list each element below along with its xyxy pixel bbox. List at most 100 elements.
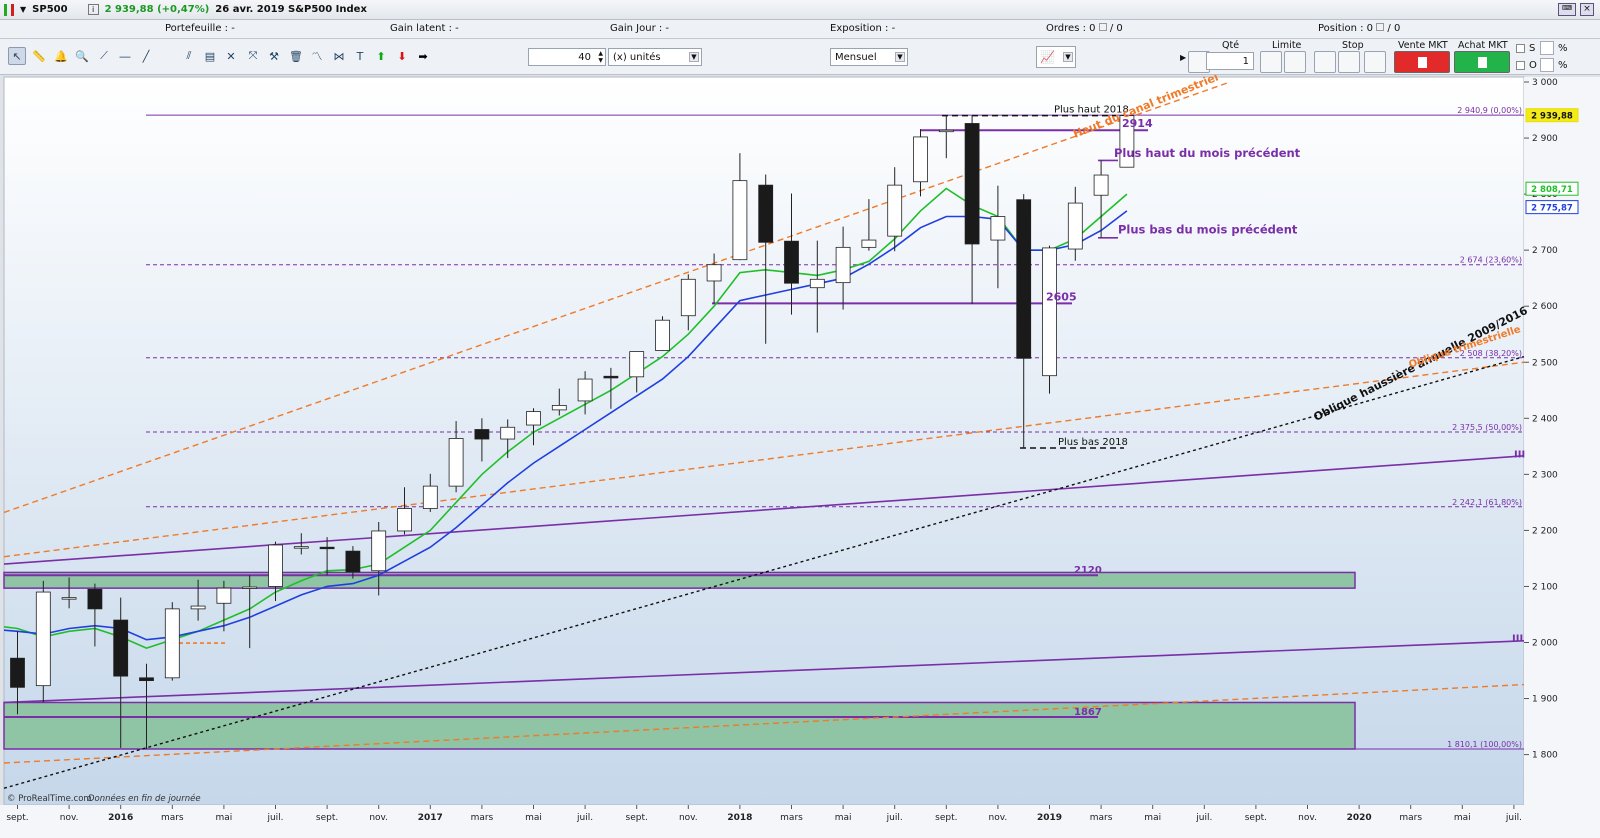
s-checkbox[interactable] — [1516, 44, 1525, 53]
o-checkbox[interactable] — [1516, 61, 1525, 70]
candle-body[interactable] — [474, 429, 490, 440]
alert-bell-icon[interactable]: 🔔 — [52, 47, 70, 65]
fibonacci-icon[interactable]: ▤ — [201, 47, 219, 65]
orders-count-b: / 0 — [1109, 23, 1123, 34]
candle-body[interactable] — [61, 597, 77, 600]
orders-label[interactable]: Ordres : 0 / 0 — [1046, 23, 1123, 34]
quantity-stepper[interactable]: 40 ▲ ▼ — [528, 48, 606, 66]
candle-body[interactable] — [10, 657, 25, 688]
buy-market-button[interactable] — [1454, 51, 1510, 73]
position-icon[interactable] — [1376, 23, 1385, 31]
channel-icon[interactable]: ⫽ — [180, 47, 198, 65]
candle-body[interactable] — [87, 588, 103, 610]
orders-icon[interactable] — [1098, 23, 1107, 31]
candle-body[interactable] — [887, 184, 903, 237]
candle-body[interactable] — [758, 184, 774, 243]
symbol-dropdown-icon[interactable]: ▼ — [20, 5, 26, 14]
pct-field-1[interactable] — [1540, 41, 1554, 55]
unit-select[interactable]: (x) unités ▼ — [608, 48, 702, 66]
candle-body[interactable] — [629, 351, 645, 378]
candle-body[interactable] — [990, 216, 1006, 241]
stop-alt-button[interactable] — [1364, 51, 1386, 73]
candle-body[interactable] — [1067, 202, 1083, 250]
horizontal-line-icon[interactable]: ― — [116, 47, 134, 65]
candle-body[interactable] — [268, 544, 283, 587]
stop-buy-button[interactable] — [1314, 51, 1336, 73]
text-tool-icon[interactable]: T — [351, 47, 369, 65]
stop-sell-button[interactable] — [1338, 51, 1360, 73]
keyboard-icon[interactable]: ⌨ — [1558, 3, 1576, 16]
candle-body[interactable] — [242, 586, 258, 589]
delete-lines-icon[interactable]: ⤧ — [244, 47, 262, 65]
candle-body[interactable] — [319, 546, 335, 550]
x-tick-label: juil. — [1505, 813, 1522, 823]
candle-body[interactable] — [655, 319, 670, 351]
candle-body[interactable] — [422, 485, 438, 509]
info-icon[interactable]: i — [87, 4, 99, 15]
limit-buy-button[interactable] — [1260, 51, 1282, 73]
candle-body[interactable] — [500, 426, 516, 440]
candle-body[interactable] — [861, 239, 877, 248]
candle-body[interactable] — [1093, 174, 1109, 196]
zigzag-icon[interactable]: 〽 — [308, 47, 326, 65]
candle-body[interactable] — [1042, 247, 1057, 377]
candle-body[interactable] — [809, 278, 825, 289]
candle-body[interactable] — [964, 123, 980, 245]
arrow-right-icon[interactable]: ➡ — [414, 47, 432, 65]
trend-line-icon[interactable]: ⟋ — [95, 47, 113, 65]
order-qty-input[interactable]: 1 — [1206, 52, 1254, 70]
zone-1867[interactable] — [3, 701, 1356, 750]
chevron-down-icon[interactable]: ▼ — [895, 52, 905, 62]
candle-body[interactable] — [680, 278, 696, 317]
candle-body[interactable] — [835, 246, 851, 284]
ray-icon[interactable]: ╱ — [137, 47, 155, 65]
sell-market-button[interactable] — [1394, 51, 1450, 73]
window-controls[interactable]: ⌨ × — [1558, 3, 1594, 16]
indicator-button[interactable]: 📈 ▼ — [1036, 46, 1076, 68]
indicator-icon: 📈 — [1040, 50, 1055, 64]
chevron-down-icon[interactable]: ▼ — [1063, 52, 1073, 62]
candle-body[interactable] — [371, 530, 387, 572]
position-label[interactable]: Position : 0 / 0 — [1318, 23, 1400, 34]
candle-body[interactable] — [448, 438, 464, 487]
candle-body[interactable] — [345, 550, 361, 573]
chart-type-icon[interactable] — [4, 3, 14, 16]
arrow-up-icon[interactable]: ⬆ — [372, 47, 390, 65]
ruler-icon[interactable]: 📏 — [30, 47, 48, 65]
candle-body[interactable] — [35, 591, 51, 687]
zoom-icon[interactable]: 🔍 — [73, 47, 91, 65]
arrow-down-icon[interactable]: ⬇ — [393, 47, 411, 65]
cross-icon[interactable]: ✕ — [222, 47, 240, 65]
stepper-arrows-icon[interactable]: ▲ ▼ — [598, 50, 603, 64]
symbol-label[interactable]: SP500 — [32, 4, 67, 15]
trash-icon[interactable]: 🗑 — [287, 47, 305, 65]
close-icon[interactable]: × — [1580, 3, 1594, 16]
candle-body[interactable] — [577, 378, 593, 402]
price-chart[interactable]: 2 940,9 (0,00%) 2 674 (23,60%) 2 508 (38,2… — [0, 75, 1600, 838]
candle-body[interactable] — [913, 136, 928, 183]
pointer-icon[interactable]: ↖ — [8, 47, 26, 65]
candle-body[interactable] — [113, 619, 129, 677]
period-select[interactable]: Mensuel ▼ — [830, 48, 908, 66]
pct-field-2[interactable] — [1540, 58, 1554, 72]
candle-body[interactable] — [190, 605, 206, 610]
panel-expand-icon[interactable]: ▶ — [1180, 53, 1186, 62]
candle-body[interactable] — [784, 240, 799, 284]
candle-body[interactable] — [164, 608, 180, 679]
candle-body[interactable] — [706, 264, 722, 282]
candle-body[interactable] — [139, 677, 154, 682]
pattern-icon[interactable]: ⋈ — [330, 47, 348, 65]
candle-body[interactable] — [551, 405, 567, 411]
candle-body[interactable] — [938, 129, 954, 133]
candle-body[interactable] — [1016, 199, 1032, 359]
limit-sell-button[interactable] — [1284, 51, 1306, 73]
candle-body[interactable] — [732, 180, 748, 261]
chevron-down-icon[interactable]: ▼ — [689, 52, 699, 62]
candle-body[interactable] — [397, 508, 412, 532]
candle-body[interactable] — [526, 411, 541, 426]
candle-body[interactable] — [293, 546, 309, 549]
candle-body[interactable] — [216, 587, 232, 604]
chart-svg[interactable]: 2 940,9 (0,00%)2 674 (23,60%)2 508 (38,2… — [0, 75, 1600, 838]
candle-body[interactable] — [603, 375, 619, 379]
magnet-icon[interactable]: ⚒ — [265, 47, 283, 65]
